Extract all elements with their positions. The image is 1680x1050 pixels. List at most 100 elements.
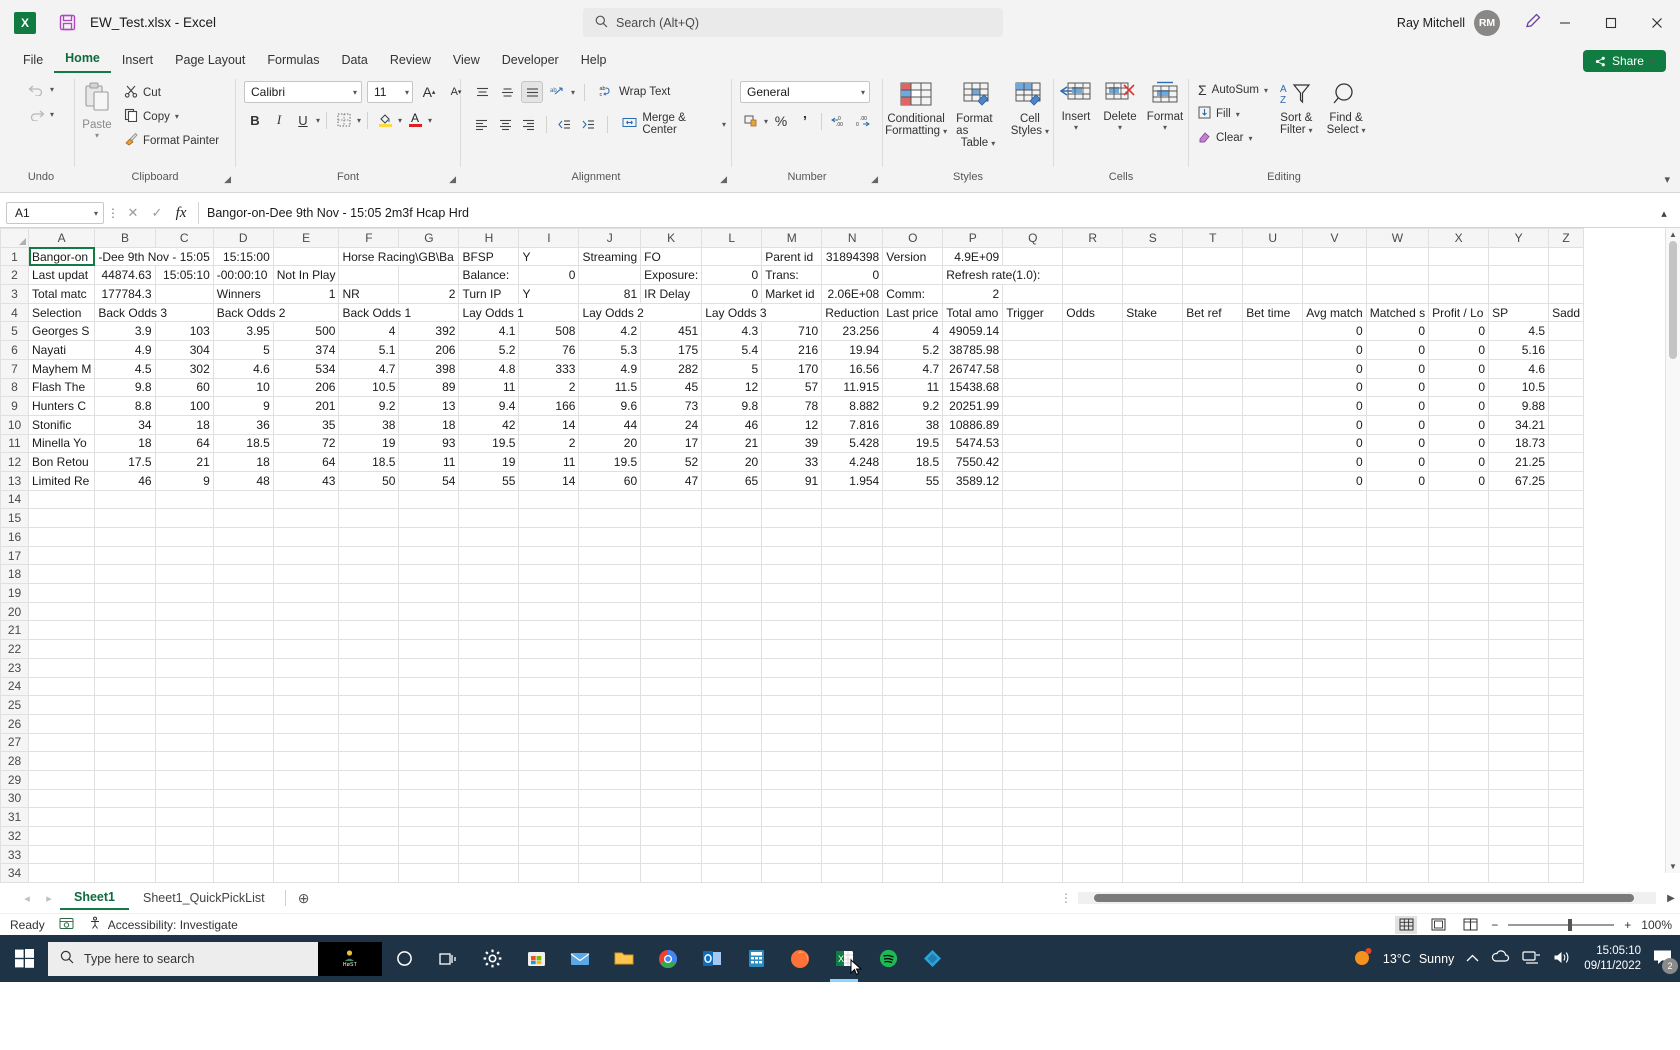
cell-V34[interactable] [1302, 863, 1367, 884]
cell-A11[interactable]: Minella Yo [27, 433, 96, 454]
cell-Q16[interactable] [1002, 527, 1064, 547]
cell-A2[interactable]: Last updat [27, 265, 96, 286]
cell-C29[interactable] [154, 769, 214, 790]
format-painter-button[interactable]: Format Painter [119, 130, 224, 151]
row-header-19[interactable]: 19 [0, 583, 29, 603]
cell-C27[interactable] [154, 732, 214, 753]
cell-S32[interactable] [1122, 826, 1184, 846]
cell-D15[interactable] [212, 508, 274, 528]
cell-R6[interactable] [1062, 340, 1124, 360]
cell-E32[interactable] [272, 826, 340, 846]
cell-K33[interactable] [640, 844, 703, 865]
cell-M11[interactable]: 39 [761, 433, 823, 454]
cell-K29[interactable] [640, 769, 703, 790]
cell-M30[interactable] [761, 788, 823, 809]
cell-B19[interactable] [94, 583, 156, 603]
ribbon-tab-help[interactable]: Help [570, 50, 618, 73]
column-header-u[interactable]: U [1242, 228, 1304, 248]
row-header-20[interactable]: 20 [0, 601, 29, 622]
decrease-decimal-button[interactable]: .00 0 [851, 110, 873, 132]
cell-M3[interactable]: Market id [761, 284, 823, 304]
cell-Q25[interactable] [1002, 695, 1064, 715]
cell-B18[interactable] [94, 564, 156, 585]
cell-G22[interactable] [398, 639, 460, 659]
cell-F17[interactable] [338, 545, 400, 566]
cell-E6[interactable]: 374 [272, 340, 340, 360]
cell-J7[interactable]: 4.9 [578, 358, 642, 379]
cell-Z23[interactable] [1548, 657, 1585, 678]
cell-B33[interactable] [94, 844, 156, 865]
cell-N28[interactable] [821, 751, 884, 771]
format-cells-button[interactable]: Format ▾ [1142, 79, 1188, 134]
cell-I33[interactable] [518, 844, 580, 865]
cell-W23[interactable] [1365, 657, 1430, 678]
cell-B11[interactable]: 18 [94, 433, 156, 454]
cell-C7[interactable]: 302 [154, 358, 214, 379]
cell-J29[interactable] [578, 769, 642, 790]
cell-P21[interactable] [942, 620, 1004, 641]
cell-G23[interactable] [398, 657, 460, 678]
cell-V30[interactable] [1302, 788, 1367, 809]
cell-N24[interactable] [821, 676, 884, 697]
cell-D16[interactable] [212, 527, 274, 547]
cell-H26[interactable] [458, 713, 520, 734]
cell-H2[interactable]: Balance: [458, 265, 520, 286]
alignment-dialog-launcher[interactable]: ◢ [720, 174, 727, 185]
cell-D30[interactable] [212, 788, 274, 809]
cell-D32[interactable] [212, 826, 274, 846]
cell-V20[interactable] [1302, 601, 1367, 622]
cell-O6[interactable]: 5.2 [882, 340, 944, 360]
cell-V22[interactable] [1302, 639, 1367, 659]
cell-C3[interactable] [154, 284, 214, 304]
cell-D9[interactable]: 9 [212, 396, 274, 416]
orientation-button[interactable]: ab [546, 81, 568, 103]
cell-Z17[interactable] [1548, 545, 1585, 566]
cell-E14[interactable] [272, 489, 340, 510]
scroll-down-arrow-icon[interactable]: ▼ [1666, 862, 1680, 871]
cell-D5[interactable]: 3.95 [212, 321, 274, 342]
formula-input[interactable]: Bangor-on-Dee 9th Nov - 15:05 2m3f Hcap … [198, 202, 1654, 224]
cell-K2[interactable]: Exposure: [640, 265, 703, 286]
cell-J14[interactable] [578, 489, 642, 510]
cell-O15[interactable] [882, 508, 944, 528]
cell-E12[interactable]: 64 [272, 452, 340, 472]
cell-I11[interactable]: 2 [518, 433, 580, 454]
cell-T12[interactable] [1182, 452, 1244, 472]
cell-F24[interactable] [338, 676, 400, 697]
cell-O25[interactable] [882, 695, 944, 715]
column-header-h[interactable]: H [458, 228, 520, 248]
column-header-q[interactable]: Q [1002, 228, 1064, 248]
cell-Q29[interactable] [1002, 769, 1064, 790]
cell-U19[interactable] [1242, 583, 1304, 603]
cell-V16[interactable] [1302, 527, 1367, 547]
cell-A27[interactable] [27, 732, 96, 753]
cell-E1[interactable] [272, 246, 340, 267]
cell-S2[interactable] [1122, 265, 1184, 286]
cell-I31[interactable] [518, 807, 580, 827]
cell-H30[interactable] [458, 788, 520, 809]
cell-L18[interactable] [701, 564, 763, 585]
cell-T33[interactable] [1182, 844, 1244, 865]
cell-N17[interactable] [821, 545, 884, 566]
cell-I19[interactable] [518, 583, 580, 603]
cell-X17[interactable] [1428, 545, 1490, 566]
cell-V1[interactable] [1302, 246, 1367, 267]
cell-A32[interactable] [27, 826, 96, 846]
cell-T1[interactable] [1182, 246, 1244, 267]
cell-J17[interactable] [578, 545, 642, 566]
cell-N23[interactable] [821, 657, 884, 678]
ribbon-tab-page-layout[interactable]: Page Layout [164, 50, 256, 73]
cell-R4[interactable]: Odds [1062, 302, 1124, 323]
cell-W32[interactable] [1365, 826, 1430, 846]
cell-Y6[interactable]: 5.16 [1488, 340, 1550, 360]
cell-J3[interactable]: 81 [578, 284, 642, 304]
cell-K5[interactable]: 451 [640, 321, 703, 342]
cell-J21[interactable] [578, 620, 642, 641]
cell-J4[interactable]: Lay Odds 2 [578, 302, 703, 323]
cell-T13[interactable] [1182, 470, 1244, 491]
cell-P15[interactable] [942, 508, 1004, 528]
cell-G3[interactable]: 2 [398, 284, 460, 304]
align-center-button[interactable] [495, 113, 516, 135]
zoom-slider[interactable] [1508, 918, 1615, 931]
cell-I2[interactable]: 0 [518, 265, 580, 286]
